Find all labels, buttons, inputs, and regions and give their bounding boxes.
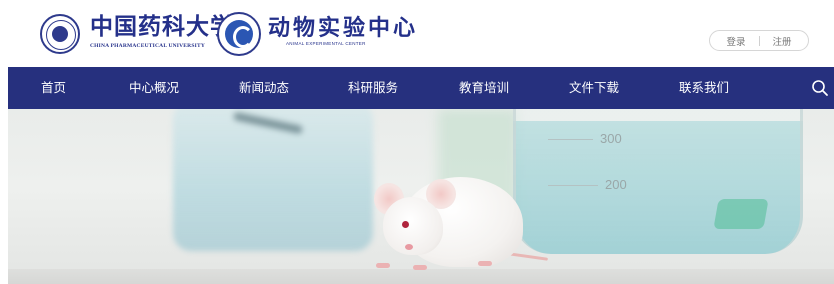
mouse-paw	[376, 263, 390, 268]
nav-item-research-services[interactable]: 科研服务	[348, 67, 398, 109]
search-icon[interactable]	[811, 79, 829, 97]
blurred-flask-image	[173, 109, 373, 251]
nav-item-education[interactable]: 教育培训	[459, 67, 509, 109]
mouse-paw	[413, 265, 427, 270]
nav-item-downloads[interactable]: 文件下载	[569, 67, 619, 109]
center-logo[interactable]	[217, 12, 261, 56]
login-link[interactable]: 登录	[726, 34, 745, 48]
nav-item-about[interactable]: 中心概况	[129, 67, 179, 109]
mouse-eye	[402, 221, 409, 228]
center-name[interactable]: 动物实验中心 ANIMAL EXPERIMENTAL CENTER	[268, 15, 418, 46]
hero-banner: 300 200	[8, 109, 834, 284]
flask-mark-300: 300	[600, 131, 622, 146]
main-nav: 首页 中心概况 新闻动态 科研服务 教育培训 文件下载 联系我们	[8, 67, 834, 109]
center-name-cn: 动物实验中心	[268, 15, 419, 41]
graduated-flask-image	[513, 109, 803, 254]
flask-mark-200: 200	[605, 177, 627, 192]
nav-item-news[interactable]: 新闻动态	[239, 67, 289, 109]
university-seal-logo[interactable]	[40, 14, 80, 54]
auth-divider	[758, 35, 760, 46]
auth-box: 登录 注册	[709, 30, 809, 51]
mouse-tail	[507, 252, 549, 261]
university-name[interactable]: 中国药科大学 CHINA PHARMACEUTICAL UNIVERSITY	[90, 13, 234, 49]
white-mouse-head	[383, 197, 443, 255]
table-surface	[8, 269, 834, 284]
nav-item-home[interactable]: 首页	[41, 67, 66, 109]
flask-graduation-line	[548, 139, 593, 140]
center-name-en: ANIMAL EXPERIMENTAL CENTER	[286, 41, 366, 46]
university-name-cn: 中国药科大学	[90, 13, 234, 40]
flask-graduation-line	[548, 185, 598, 186]
mouse-paw	[478, 261, 492, 266]
mouse-nose	[405, 244, 413, 250]
nav-item-contact[interactable]: 联系我们	[679, 67, 729, 109]
university-name-en: CHINA PHARMACEUTICAL UNIVERSITY	[90, 43, 205, 49]
site-header: 中国药科大学 CHINA PHARMACEUTICAL UNIVERSITY 动…	[0, 0, 834, 67]
register-link[interactable]: 注册	[773, 34, 792, 48]
